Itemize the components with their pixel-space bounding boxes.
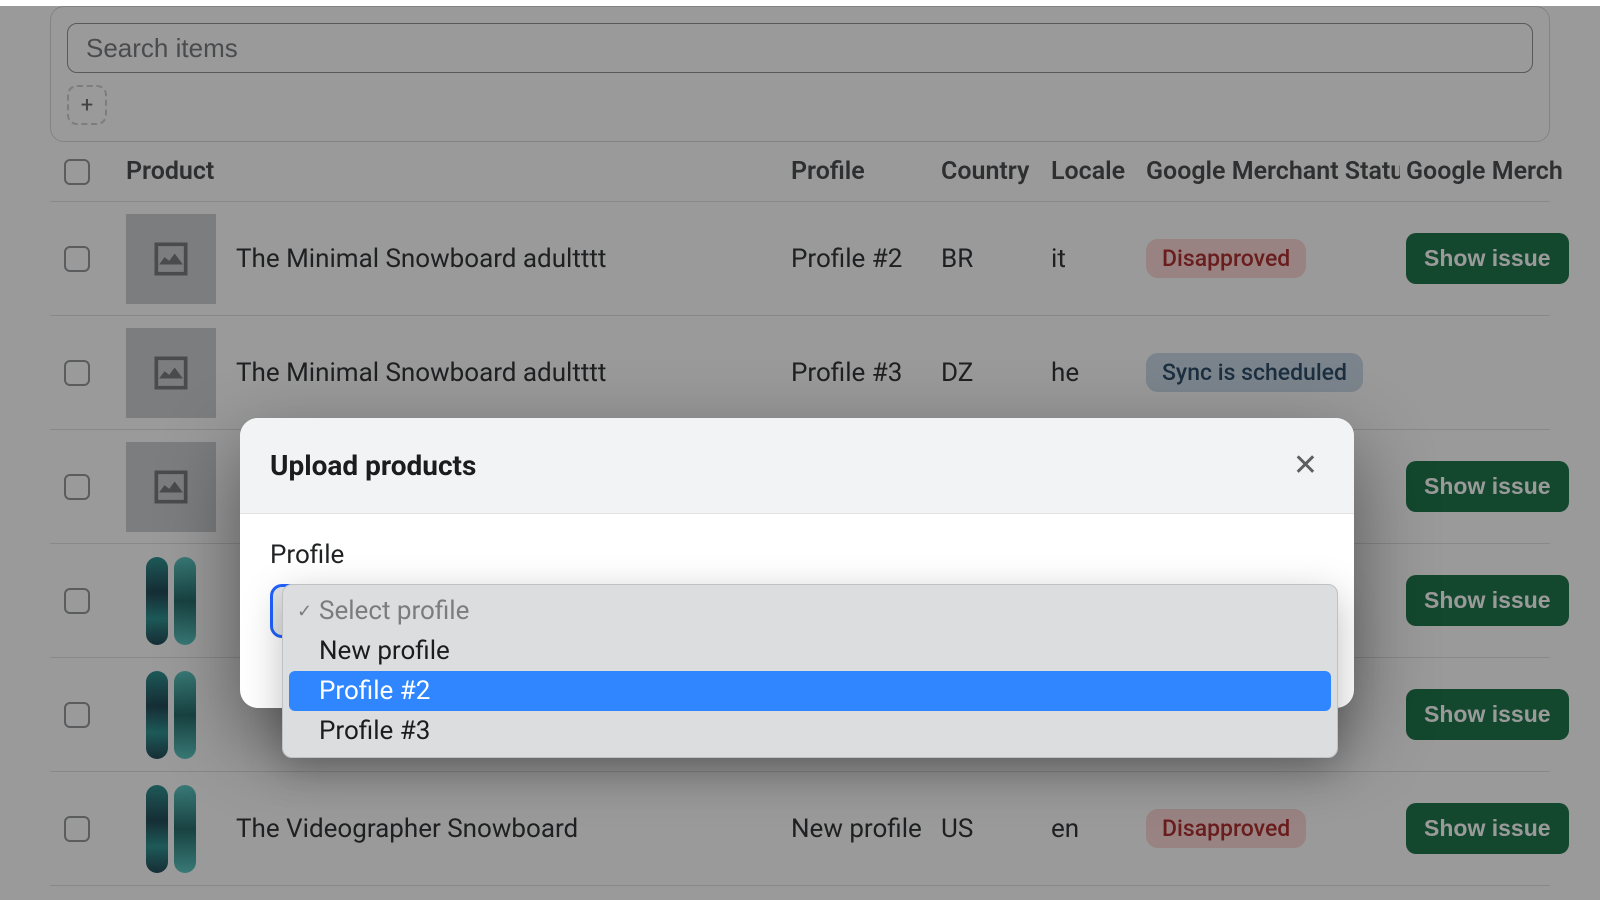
option-label: New profile	[319, 636, 450, 666]
close-button[interactable]: ✕	[1287, 442, 1324, 489]
upload-products-modal: Upload products ✕ Profile ✓ Select profi…	[240, 418, 1354, 708]
check-icon: ✓	[297, 601, 312, 622]
option-new-profile[interactable]: New profile	[289, 631, 1331, 671]
profile-dropdown: ✓ Select profile New profile Profile #2 …	[282, 584, 1338, 758]
option-profile-2[interactable]: Profile #2	[289, 671, 1331, 711]
option-label: Profile #2	[319, 676, 430, 706]
modal-title: Upload products	[270, 449, 476, 482]
option-profile-3[interactable]: Profile #3	[289, 711, 1331, 751]
profile-field-label: Profile	[270, 540, 1324, 570]
option-label: Select profile	[319, 596, 469, 626]
close-icon: ✕	[1293, 449, 1318, 482]
option-placeholder[interactable]: ✓ Select profile	[289, 591, 1331, 631]
option-label: Profile #3	[319, 716, 430, 746]
modal-header: Upload products ✕	[240, 418, 1354, 514]
